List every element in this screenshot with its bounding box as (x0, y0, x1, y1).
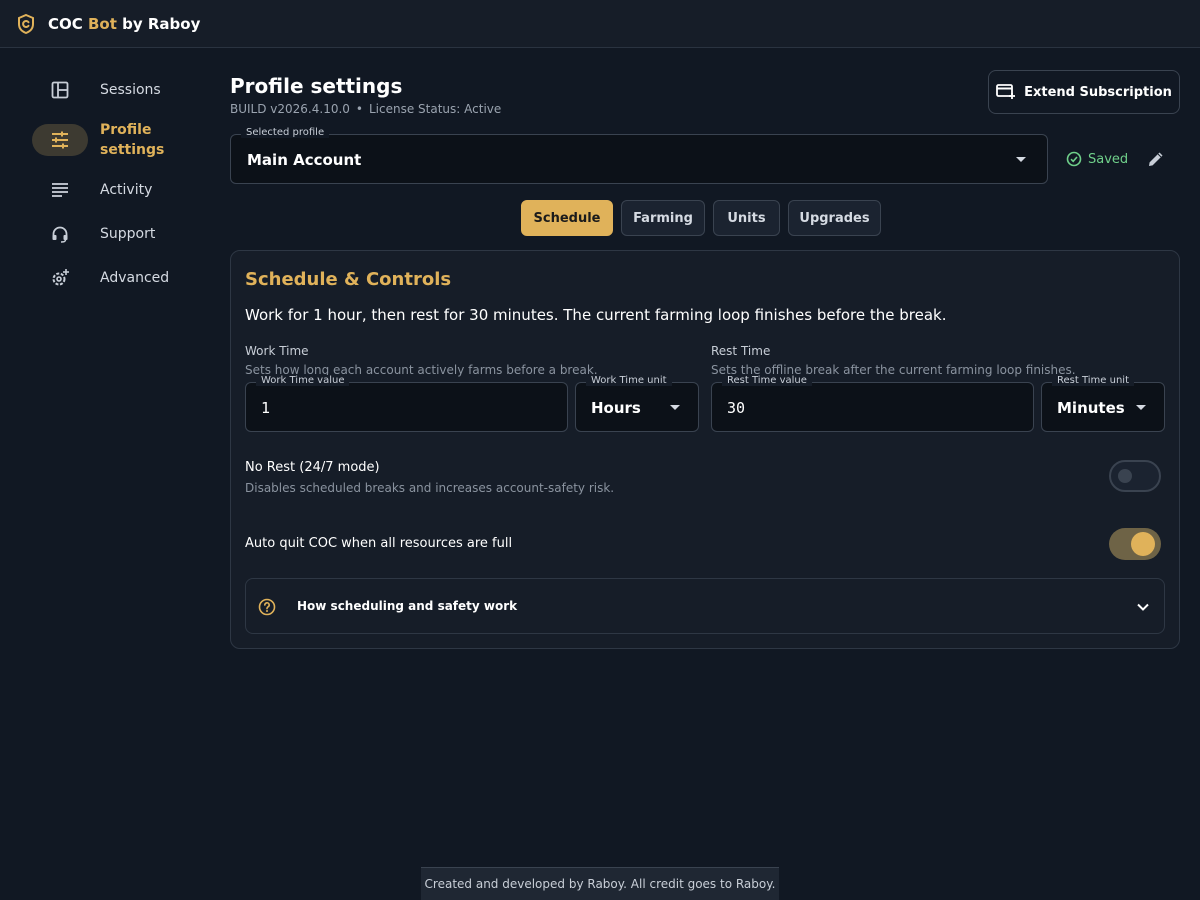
work-time-value-label: Work Time value (256, 375, 350, 386)
sidebar-item-profile-settings[interactable]: Profile settings (32, 112, 202, 168)
gear-advanced-icon (32, 262, 88, 294)
profile-select-label: Selected profile (241, 127, 330, 138)
dropdown-caret-icon (670, 405, 680, 410)
rest-time-unit-label: Rest Time unit (1052, 375, 1134, 386)
main-content: Profile settings BUILD v2026.4.10.0 • Lice… (230, 70, 1180, 649)
no-rest-toggle[interactable] (1109, 460, 1161, 492)
license-status: License Status: Active (369, 102, 502, 116)
toggle-knob (1118, 469, 1132, 483)
schedule-summary: Work for 1 hour, then rest for 30 minute… (245, 306, 947, 324)
sliders-icon (32, 124, 88, 156)
work-time-unit-label: Work Time unit (586, 375, 672, 386)
toggle-knob (1131, 532, 1155, 556)
tab-farming[interactable]: Farming (621, 200, 705, 236)
headset-icon (32, 218, 88, 250)
scheduling-help-accordion[interactable]: How scheduling and safety work (245, 578, 1165, 634)
sidebar-item-support[interactable]: Support (32, 212, 202, 256)
build-version: BUILD v2026.4.10.0 (230, 102, 350, 116)
panel-title: Schedule & Controls (245, 269, 452, 290)
extend-subscription-label: Extend Subscription (1024, 84, 1172, 100)
edit-profile-button[interactable] (1144, 147, 1168, 171)
no-rest-desc: Disables scheduled breaks and increases … (245, 481, 615, 495)
schedule-panel: Schedule & Controls Work for 1 hour, the… (230, 250, 1180, 649)
auto-quit-title: Auto quit COC when all resources are ful… (245, 536, 513, 551)
profile-row: Selected profile Main Account Saved (230, 127, 1180, 184)
sidebar-item-sessions[interactable]: Sessions (32, 68, 202, 112)
sidebar: Sessions Profile settings Activity Suppo… (32, 68, 202, 300)
auto-quit-toggle[interactable] (1109, 528, 1161, 560)
sidebar-item-label: Advanced (100, 270, 170, 286)
sidebar-item-label: Support (100, 226, 156, 242)
pencil-icon (1149, 152, 1163, 166)
rest-time-unit-value: Minutes (1057, 399, 1125, 417)
sidebar-item-label: Sessions (100, 82, 161, 98)
help-circle-icon (258, 598, 276, 620)
profile-select-value: Main Account (247, 151, 362, 169)
dropdown-caret-icon (1136, 405, 1146, 410)
top-bar: COC Bot by Raboy (0, 0, 1200, 48)
tab-upgrades[interactable]: Upgrades (788, 200, 881, 236)
work-time-value: 1 (261, 399, 271, 417)
sidebar-item-label: Profile settings (100, 122, 165, 158)
saved-status: Saved (1066, 151, 1128, 167)
layout-panel-icon (32, 74, 88, 106)
accordion-label: How scheduling and safety work (297, 599, 518, 613)
shield-logo-icon (16, 13, 36, 34)
rest-time-value-input[interactable]: Rest Time value 30 (711, 375, 1034, 432)
rest-time-value-label: Rest Time value (722, 375, 812, 386)
extend-subscription-button[interactable]: Extend Subscription (988, 70, 1180, 114)
sidebar-item-advanced[interactable]: Advanced (32, 256, 202, 300)
chevron-down-icon (1136, 599, 1150, 618)
sidebar-item-activity[interactable]: Activity (32, 168, 202, 212)
rest-time-title: Rest Time (711, 344, 771, 358)
footer-credit: Created and developed by Raboy. All cred… (421, 867, 779, 900)
work-time-unit-select[interactable]: Work Time unit Hours (575, 375, 699, 432)
work-time-title: Work Time (245, 344, 309, 358)
profile-select[interactable]: Selected profile Main Account (230, 127, 1048, 184)
card-add-icon (996, 84, 1016, 99)
separator: • (355, 102, 363, 116)
list-lines-icon (32, 174, 88, 206)
tab-units[interactable]: Units (713, 200, 780, 236)
tab-schedule[interactable]: Schedule (521, 200, 613, 236)
rest-time-value: 30 (727, 399, 746, 417)
rest-time-unit-select[interactable]: Rest Time unit Minutes (1041, 375, 1165, 432)
sidebar-item-label: Activity (100, 182, 153, 198)
work-time-value-input[interactable]: Work Time value 1 (245, 375, 568, 432)
work-time-unit-value: Hours (591, 399, 641, 417)
check-circle-icon (1066, 151, 1082, 167)
settings-tabs: Schedule Farming Units Upgrades (230, 200, 1180, 236)
app-title: COC Bot by Raboy (48, 14, 201, 33)
saved-status-label: Saved (1088, 151, 1129, 167)
no-rest-title: No Rest (24/7 mode) (245, 460, 380, 475)
dropdown-caret-icon (1016, 157, 1026, 162)
